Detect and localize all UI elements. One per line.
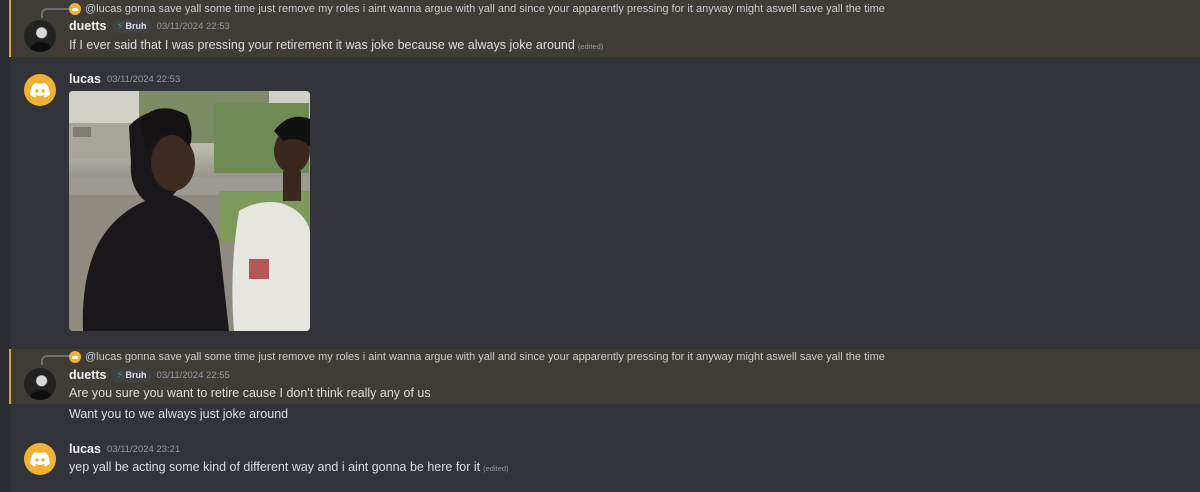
user-tag[interactable]: ⚡ Bruh <box>112 368 151 382</box>
message-header: lucas 03/11/2024 22:53 <box>69 72 180 86</box>
message-duetts-followup[interactable]: Want you to we always just joke around <box>11 404 1200 426</box>
message-text: If I ever said that I was pressing your … <box>69 38 575 52</box>
timestamp[interactable]: 03/11/2024 22:53 <box>107 74 180 85</box>
reply-avatar-icon <box>69 3 81 15</box>
timestamp[interactable]: 03/11/2024 22:55 <box>157 370 230 381</box>
username[interactable]: duetts <box>69 19 107 33</box>
message-text: Want you to we always just joke around <box>69 407 289 421</box>
message-header: lucas 03/11/2024 23:21 <box>69 442 180 456</box>
message-text: yep yall be acting some kind of differen… <box>69 460 481 474</box>
reply-preview[interactable]: @lucas gonna save yall some time just re… <box>69 349 885 365</box>
reply-preview-text: @lucas gonna save yall some time just re… <box>85 3 885 15</box>
avatar[interactable] <box>24 74 56 106</box>
reply-preview[interactable]: @lucas gonna save yall some time just re… <box>69 1 885 17</box>
message-content: yep yall be acting some kind of differen… <box>69 460 509 474</box>
username[interactable]: lucas <box>69 72 101 86</box>
reply-preview-text: @lucas gonna save yall some time just re… <box>85 351 885 363</box>
avatar[interactable] <box>24 20 56 52</box>
timestamp[interactable]: 03/11/2024 22:53 <box>157 21 230 32</box>
bolt-icon: ⚡ <box>116 369 124 381</box>
discord-logo-icon <box>30 82 50 98</box>
timestamp[interactable]: 03/11/2024 23:21 <box>107 444 180 455</box>
bolt-icon: ⚡ <box>116 20 124 32</box>
edited-label: (edited) <box>577 42 604 51</box>
attached-image[interactable] <box>69 91 310 331</box>
user-tag[interactable]: ⚡ Bruh <box>112 19 151 33</box>
photo-graphic <box>69 91 310 331</box>
avatar[interactable] <box>24 368 56 400</box>
message-header: duetts ⚡ Bruh 03/11/2024 22:55 <box>69 368 230 382</box>
message-duetts-2[interactable]: @lucas gonna save yall some time just re… <box>9 349 1200 404</box>
discord-logo-icon <box>30 451 50 467</box>
message-duetts-1[interactable]: @lucas gonna save yall some time just re… <box>9 0 1200 57</box>
message-header: duetts ⚡ Bruh 03/11/2024 22:53 <box>69 19 230 33</box>
message-content: If I ever said that I was pressing your … <box>69 38 603 52</box>
username[interactable]: lucas <box>69 442 101 456</box>
message-lucas-2[interactable]: lucas 03/11/2024 23:21 yep yall be actin… <box>11 436 1200 484</box>
edited-label: (edited) <box>483 464 509 473</box>
left-strip <box>0 0 11 492</box>
avatar[interactable] <box>24 443 56 475</box>
username[interactable]: duetts <box>69 368 107 382</box>
reply-avatar-icon <box>69 351 81 363</box>
message-text: Are you sure you want to retire cause I … <box>69 386 431 400</box>
